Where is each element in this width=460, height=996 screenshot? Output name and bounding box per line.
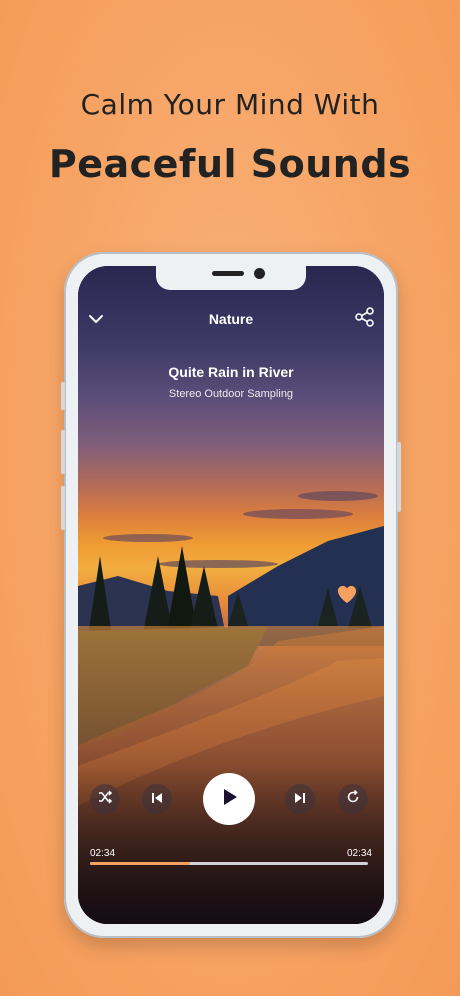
heart-icon[interactable] <box>336 584 358 608</box>
notch-speaker <box>212 271 244 276</box>
elapsed-time: 02:34 <box>90 848 116 859</box>
play-button[interactable] <box>203 773 255 825</box>
shuffle-button[interactable] <box>90 784 120 814</box>
phone-power-button <box>397 442 401 512</box>
repeat-icon <box>345 789 361 809</box>
playback-controls <box>78 771 384 827</box>
player-topbar: Nature <box>78 306 384 336</box>
play-icon <box>218 786 240 812</box>
repeat-button[interactable] <box>338 784 368 814</box>
share-icon[interactable] <box>354 306 376 332</box>
headline-line2: Peaceful Sounds <box>48 142 412 186</box>
category-title: Nature <box>208 311 254 327</box>
progress-bar[interactable] <box>90 862 368 865</box>
phone-frame: Nature Quite Rain in River Stereo Outdoo… <box>61 252 401 938</box>
phone-volume-down <box>61 486 65 530</box>
skip-next-icon <box>293 790 307 809</box>
shuffle-icon <box>97 789 113 809</box>
notch-camera <box>254 268 265 279</box>
previous-button[interactable] <box>142 784 172 814</box>
headline-line1: Calm Your Mind With <box>80 88 380 121</box>
phone-volume-up <box>61 430 65 474</box>
track-title: Quite Rain in River <box>168 364 294 380</box>
progress-fill <box>90 862 191 865</box>
phone-notch <box>156 266 306 290</box>
phone-silent-switch <box>61 382 65 410</box>
skip-previous-icon <box>150 790 164 809</box>
total-duration: 02:34 <box>346 848 372 859</box>
next-button[interactable] <box>285 784 315 814</box>
player-screen: Nature Quite Rain in River Stereo Outdoo… <box>78 266 384 924</box>
track-subtitle: Stereo Outdoor Sampling <box>168 388 294 400</box>
